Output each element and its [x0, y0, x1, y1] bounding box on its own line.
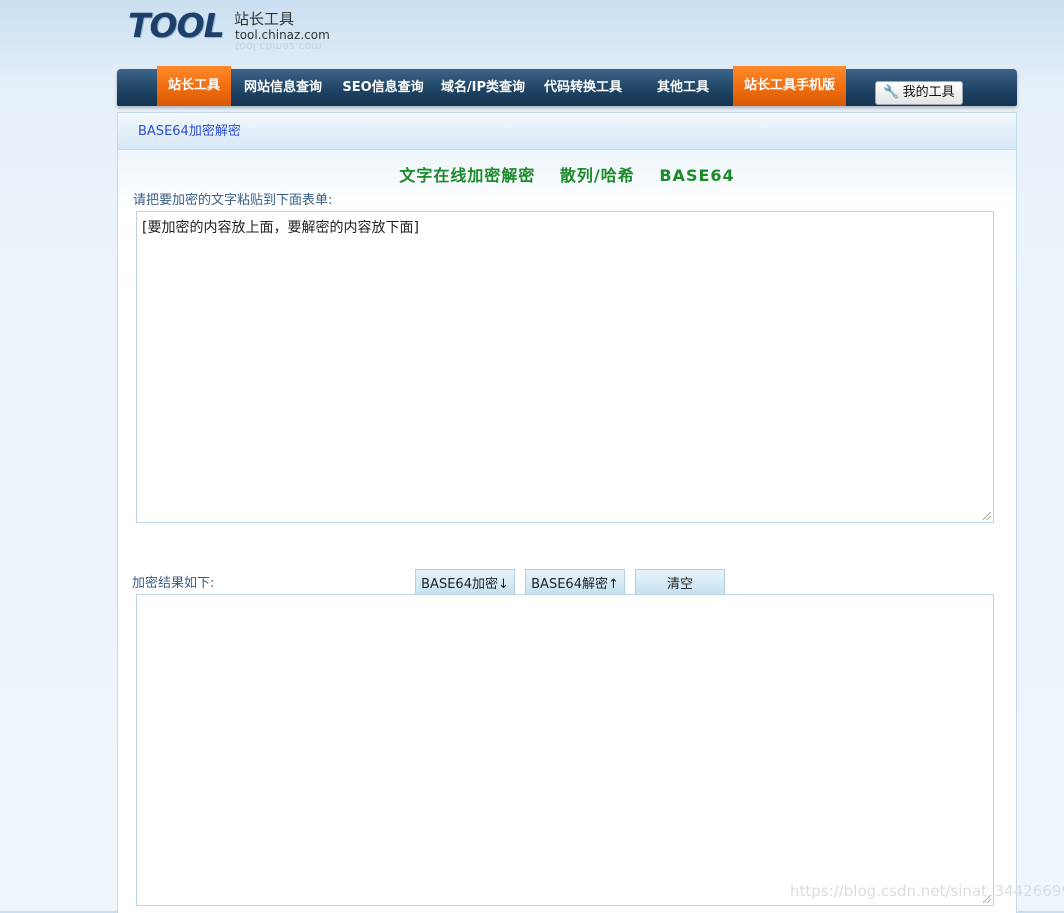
output-label: 加密结果如下:	[132, 576, 215, 591]
output-textarea[interactable]	[136, 594, 994, 906]
input-label: 请把要加密的文字粘贴到下面表单:	[133, 193, 333, 208]
panel-body: 文字在线加密解密 散列/哈希 BASE64 请把要加密的文字粘贴到下面表单: […	[118, 150, 1016, 913]
watermark-text: https://blog.csdn.net/sinat_34426699	[790, 882, 1064, 900]
input-textarea[interactable]: [要加密的内容放上面，要解密的内容放下面]	[136, 211, 994, 523]
nav-item-site-info[interactable]: 网站信息查询	[233, 69, 333, 106]
nav-item-site-tools[interactable]: 站长工具	[157, 66, 231, 106]
my-tools-label: 我的工具	[902, 85, 955, 100]
panel-heading: BASE64加密解密	[118, 113, 1016, 150]
resize-handle-icon[interactable]	[983, 512, 991, 520]
main-nav: 站长工具 网站信息查询 SEO信息查询 域名/IP类查询 代码转换工具 其他工具…	[117, 66, 1017, 106]
title-base64[interactable]: BASE64	[659, 166, 734, 185]
logo-reflection: tool.chinaz.com	[235, 40, 322, 53]
nav-item-domain-ip[interactable]: 域名/IP类查询	[433, 69, 533, 106]
my-tools-button[interactable]: 🔧 我的工具	[875, 81, 963, 105]
page-title: 文字在线加密解密 散列/哈希 BASE64	[118, 162, 1016, 186]
logo-chinese-name: 站长工具	[234, 10, 295, 28]
site-logo[interactable]: TOOL 站长工具 tool.chinaz.com tool.chinaz.co…	[128, 6, 330, 53]
nav-item-mobile[interactable]: 站长工具手机版	[733, 66, 846, 106]
base64-panel: BASE64加密解密 文字在线加密解密 散列/哈希 BASE64 请把要加密的文…	[117, 112, 1017, 913]
nav-item-seo-info[interactable]: SEO信息查询	[333, 69, 433, 106]
title-hash[interactable]: 散列/哈希	[560, 166, 635, 185]
nav-item-other-tools[interactable]: 其他工具	[633, 69, 733, 106]
logo-mark: TOOL	[128, 6, 225, 45]
input-text: [要加密的内容放上面，要解密的内容放下面]	[142, 220, 419, 236]
wrench-icon: 🔧	[883, 85, 900, 100]
title-text-encrypt[interactable]: 文字在线加密解密	[399, 166, 535, 185]
nav-item-code-convert[interactable]: 代码转换工具	[533, 69, 633, 106]
